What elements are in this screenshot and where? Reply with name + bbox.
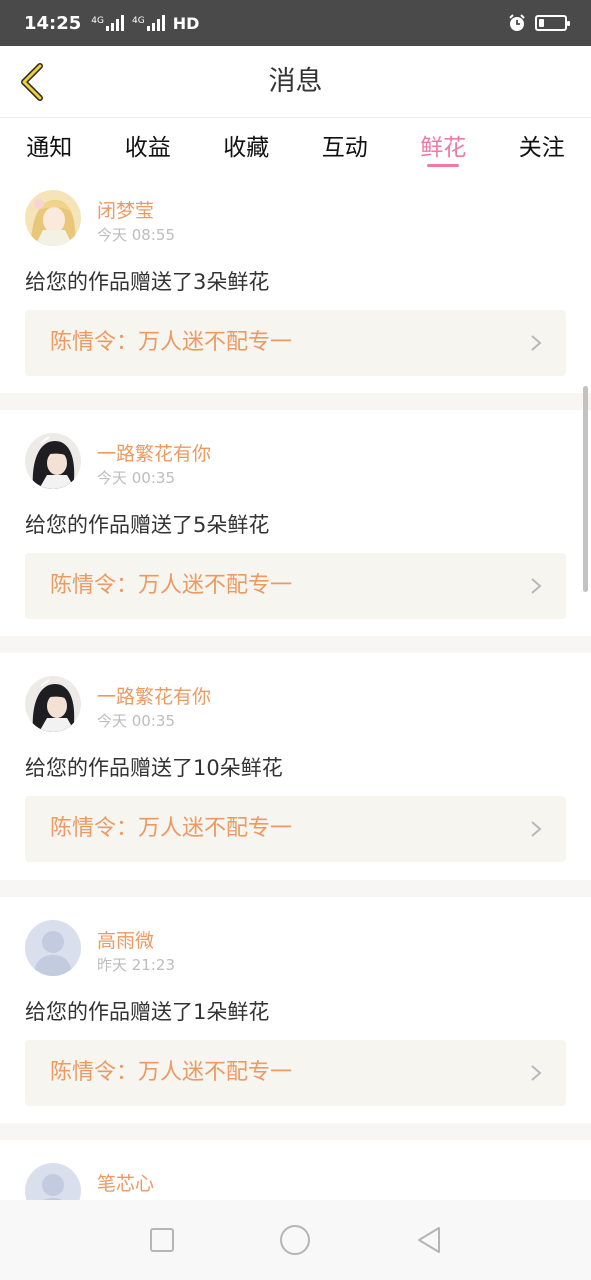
list-item: 高雨微 昨天 21:23 给您的作品赠送了1朵鲜花 陈情令：万人迷不配专一 [0, 897, 591, 1123]
battery-fill [539, 19, 544, 27]
square-recent-icon [149, 1228, 174, 1252]
work-link[interactable]: 陈情令：万人迷不配专一 [25, 1040, 566, 1106]
signal-bars-icon [106, 15, 124, 31]
anime-avatar-dark-hair-icon [25, 676, 81, 732]
avatar[interactable] [25, 190, 81, 246]
tab-earnings[interactable]: 收益 [99, 118, 198, 178]
user-name[interactable]: 闭梦莹 [97, 196, 154, 223]
signal-bars-icon [146, 15, 165, 31]
list-item: 一路繁花有你 今天 00:35 给您的作品赠送了5朵鲜花 陈情令：万人迷不配专一 [0, 410, 591, 636]
page-title: 消息 [268, 66, 323, 97]
list-item: 笔芯心 昨天 [0, 1140, 591, 1200]
system-nav-bar [0, 1200, 591, 1280]
recent-apps-button[interactable] [142, 1220, 182, 1260]
avatar[interactable] [25, 676, 81, 732]
work-title: 陈情令：万人迷不配专一 [50, 330, 293, 355]
message-text: 给您的作品赠送了5朵鲜花 [25, 513, 270, 537]
message-time: 昨天 21:23 [97, 956, 175, 974]
circle-home-icon [280, 1225, 311, 1255]
default-avatar-icon [25, 920, 81, 976]
status-bar: 14:25 4G 4G HD [0, 0, 591, 46]
list-item: 闭梦莹 今天 08:55 给您的作品赠送了3朵鲜花 陈情令：万人迷不配专一 [0, 178, 591, 393]
avatar[interactable] [25, 1163, 81, 1200]
header: 消息 [0, 46, 591, 118]
user-name[interactable]: 一路繁花有你 [97, 439, 211, 466]
tab-notifications[interactable]: 通知 [0, 118, 99, 178]
tab-interactions[interactable]: 互动 [296, 118, 395, 178]
battery-icon [535, 15, 570, 31]
avatar[interactable] [25, 920, 81, 976]
divider [0, 636, 591, 653]
anime-avatar-dark-hair-icon [25, 433, 81, 489]
hd-indicator: HD [172, 13, 200, 33]
work-link[interactable]: 陈情令：万人迷不配专一 [25, 310, 566, 376]
message-time: 今天 00:35 [97, 712, 175, 730]
message-text: 给您的作品赠送了1朵鲜花 [25, 1000, 270, 1024]
work-title: 陈情令：万人迷不配专一 [50, 1060, 293, 1085]
home-button[interactable] [275, 1220, 315, 1260]
scrollbar[interactable] [583, 386, 588, 592]
message-text: 给您的作品赠送了10朵鲜花 [25, 756, 283, 780]
work-link[interactable]: 陈情令：万人迷不配专一 [25, 796, 566, 862]
back-nav-button[interactable] [409, 1220, 449, 1260]
divider [0, 1123, 591, 1140]
work-link[interactable]: 陈情令：万人迷不配专一 [25, 553, 566, 619]
message-time: 今天 08:55 [97, 226, 175, 244]
work-title: 陈情令：万人迷不配专一 [50, 573, 293, 598]
signal-4g-1: 4G [91, 15, 124, 31]
chevron-right-icon [531, 578, 542, 594]
tab-following[interactable]: 关注 [493, 118, 591, 178]
triangle-back-icon [418, 1227, 441, 1253]
message-list: 闭梦莹 今天 08:55 给您的作品赠送了3朵鲜花 陈情令：万人迷不配专一 一路… [0, 178, 591, 1200]
tab-flowers[interactable]: 鲜花 [394, 118, 493, 178]
tab-bar: 通知 收益 收藏 互动 鲜花 关注 [0, 118, 591, 178]
signal-4g-2: 4G [132, 15, 165, 31]
work-title: 陈情令：万人迷不配专一 [50, 816, 293, 841]
avatar[interactable] [25, 433, 81, 489]
alarm-icon [509, 14, 525, 31]
user-name[interactable]: 高雨微 [97, 926, 154, 953]
anime-avatar-blonde-icon [25, 190, 81, 246]
tab-favorites[interactable]: 收藏 [197, 118, 296, 178]
tab-active-indicator [427, 164, 460, 167]
divider [0, 393, 591, 410]
list-item: 一路繁花有你 今天 00:35 给您的作品赠送了10朵鲜花 陈情令：万人迷不配专… [0, 653, 591, 880]
user-name[interactable]: 一路繁花有你 [97, 682, 211, 709]
status-time: 14:25 [24, 12, 82, 34]
message-text: 给您的作品赠送了3朵鲜花 [25, 270, 270, 294]
chevron-right-icon [531, 1065, 542, 1081]
chevron-right-icon [531, 821, 542, 837]
user-name[interactable]: 笔芯心 [97, 1169, 154, 1196]
divider [0, 880, 591, 897]
chevron-right-icon [531, 335, 542, 351]
message-time: 今天 00:35 [97, 469, 175, 487]
default-avatar-icon [25, 1163, 81, 1200]
